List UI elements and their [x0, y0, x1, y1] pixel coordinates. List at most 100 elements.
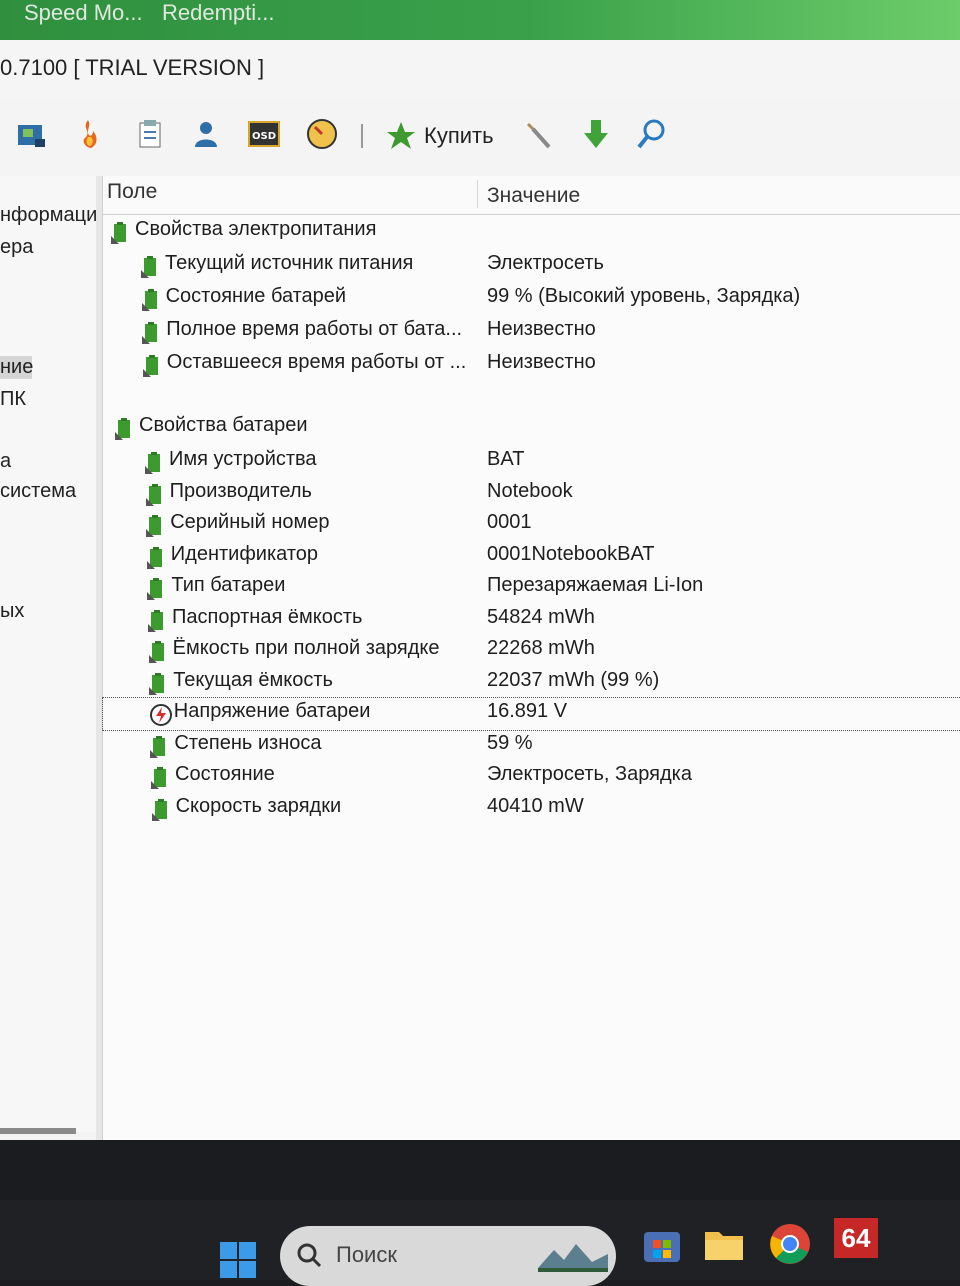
- horizontal-scrollbar[interactable]: [0, 1128, 76, 1134]
- table-row[interactable]: Состояние батарей 99 % (Высокий уровень, …: [103, 283, 960, 315]
- column-header: Поле Значение: [103, 176, 960, 215]
- table-row[interactable]: Текущий источник питания Электросеть: [103, 250, 960, 282]
- file-explorer-icon[interactable]: [702, 1222, 746, 1266]
- battery-icon: [149, 672, 169, 695]
- row-field: Напряжение батареи: [173, 700, 371, 722]
- column-divider[interactable]: [477, 180, 478, 208]
- group-header[interactable]: Свойства батареи: [103, 412, 960, 444]
- row-value: Перезаряжаемая Li-Ion: [487, 574, 704, 596]
- download-arrow-icon[interactable]: [578, 116, 614, 152]
- table-row[interactable]: Тип батареи Перезаряжаемая Li-Ion: [103, 572, 960, 604]
- row-value: 22268 mWh: [487, 637, 595, 659]
- table-row[interactable]: Ёмкость при полной зарядке 22268 mWh: [103, 635, 960, 667]
- taskbar-search[interactable]: Поиск: [280, 1226, 616, 1286]
- row-value: Notebook: [487, 479, 573, 502]
- buy-label: Купить: [424, 123, 494, 148]
- report-icon[interactable]: [132, 116, 168, 152]
- battery-icon: [146, 515, 166, 537]
- row-field: Скорость зарядки: [175, 794, 342, 817]
- title-bar: 0.7100 [ TRIAL VERSION ]: [0, 40, 960, 98]
- row-field: Серийный номер: [170, 511, 330, 533]
- row-value: BAT: [487, 448, 525, 470]
- nav-item[interactable]: а: [0, 450, 11, 473]
- row-value: 54824 mWh: [487, 605, 595, 628]
- window-tab[interactable]: Speed Mo...: [24, 0, 143, 26]
- user-icon[interactable]: [188, 116, 224, 152]
- lightning-icon: [149, 704, 172, 726]
- aida64-icon[interactable]: 64: [834, 1218, 878, 1258]
- table-row[interactable]: Напряжение батареи 16.891 V: [102, 697, 960, 731]
- group-header[interactable]: Свойства электропитания: [103, 216, 960, 248]
- battery-icon: [150, 735, 170, 758]
- table-row[interactable]: Идентификатор 0001NotebookBAT: [103, 541, 960, 573]
- row-value: Электросеть, Зарядка: [487, 763, 692, 785]
- search-placeholder: Поиск: [336, 1242, 397, 1267]
- row-field: Текущая ёмкость: [173, 668, 333, 691]
- row-value: 22037 mWh (99 %): [487, 668, 660, 691]
- windows-start-icon[interactable]: [218, 1240, 258, 1280]
- battery-icon: [148, 641, 169, 663]
- row-value: Электросеть: [487, 252, 604, 274]
- table-row[interactable]: Текущая ёмкость 22037 mWh (99 %): [103, 667, 960, 699]
- buy-button[interactable]: Купить: [384, 112, 494, 160]
- battery-icon: [147, 578, 167, 600]
- chrome-icon[interactable]: [768, 1222, 812, 1266]
- nav-item[interactable]: ПК: [0, 388, 26, 411]
- table-row[interactable]: Оставшееся время работы от ... Неизвестно: [103, 349, 960, 381]
- row-field: Полное время работы от бата...: [166, 318, 463, 340]
- wrench-icon[interactable]: [520, 116, 556, 152]
- search-icon: [297, 1243, 322, 1268]
- row-field: Степень износа: [174, 731, 322, 754]
- search-icon[interactable]: [634, 116, 670, 152]
- flame-icon[interactable]: [70, 116, 106, 152]
- search-highlight-icon: [538, 1244, 608, 1272]
- toolbar-separator: [361, 124, 363, 148]
- table-row[interactable]: Состояние Электросеть, Зарядка: [103, 761, 960, 793]
- gauge-icon[interactable]: [304, 116, 340, 152]
- column-value-header[interactable]: Значение: [487, 184, 580, 208]
- row-value: Неизвестно: [487, 318, 596, 340]
- column-field-header[interactable]: Поле: [107, 180, 157, 204]
- nav-item-selected[interactable]: ние: [0, 356, 33, 379]
- row-field: Производитель: [169, 479, 312, 502]
- row-field: Тип батареи: [171, 574, 286, 596]
- battery-icon: [148, 609, 168, 632]
- board-icon[interactable]: [14, 116, 50, 152]
- nav-item[interactable]: нформаци: [0, 204, 96, 227]
- navigation-tree: нформаци ера ние ПК а система ых: [0, 176, 96, 1132]
- nav-item[interactable]: ых: [0, 600, 24, 623]
- table-row[interactable]: Паспортная ёмкость 54824 mWh: [103, 604, 960, 636]
- svg-text:OSD: OSD: [252, 131, 276, 142]
- row-value: 40410 mW: [487, 794, 584, 817]
- row-field: Текущий источник питания: [165, 252, 414, 274]
- nav-item[interactable]: ера: [0, 236, 33, 259]
- window-tabs-strip: Speed Mo... Redempti...: [0, 0, 960, 40]
- battery-icon: [151, 798, 172, 821]
- store-icon[interactable]: [640, 1222, 684, 1266]
- table-row[interactable]: Имя устройства BAT: [103, 446, 960, 478]
- buy-star-icon: [387, 122, 415, 149]
- aida64-badge: 64: [841, 1222, 871, 1253]
- battery-icon: [145, 483, 166, 506]
- table-row[interactable]: Полное время работы от бата... Неизвестно: [103, 316, 960, 348]
- row-value: 99 % (Высокий уровень, Зарядка): [487, 285, 801, 307]
- group-header-label: Свойства батареи: [139, 414, 308, 436]
- table-row[interactable]: Степень износа 59 %: [103, 730, 960, 762]
- battery-icon: [151, 767, 171, 789]
- row-value: 59 %: [487, 731, 533, 754]
- battery-icon: [145, 452, 165, 474]
- table-row[interactable]: Производитель Notebook: [103, 478, 960, 510]
- osd-icon[interactable]: OSD: [246, 116, 282, 152]
- battery-icon: [146, 546, 167, 569]
- battery-icon: [142, 322, 162, 344]
- nav-item[interactable]: система: [0, 480, 76, 503]
- table-row[interactable]: Скорость зарядки 40410 mW: [103, 793, 960, 825]
- battery-icon: [111, 222, 131, 244]
- group-header-label: Свойства электропитания: [135, 218, 377, 240]
- window-tab[interactable]: Redempti...: [162, 0, 275, 26]
- window-title: 0.7100 [ TRIAL VERSION ]: [0, 55, 265, 80]
- table-row[interactable]: Серийный номер 0001: [103, 509, 960, 541]
- row-value: Неизвестно: [487, 351, 596, 373]
- row-field: Состояние: [175, 763, 275, 785]
- aida64-window: Speed Mo... Redempti... 0.7100 [ TRIAL V…: [0, 0, 960, 1140]
